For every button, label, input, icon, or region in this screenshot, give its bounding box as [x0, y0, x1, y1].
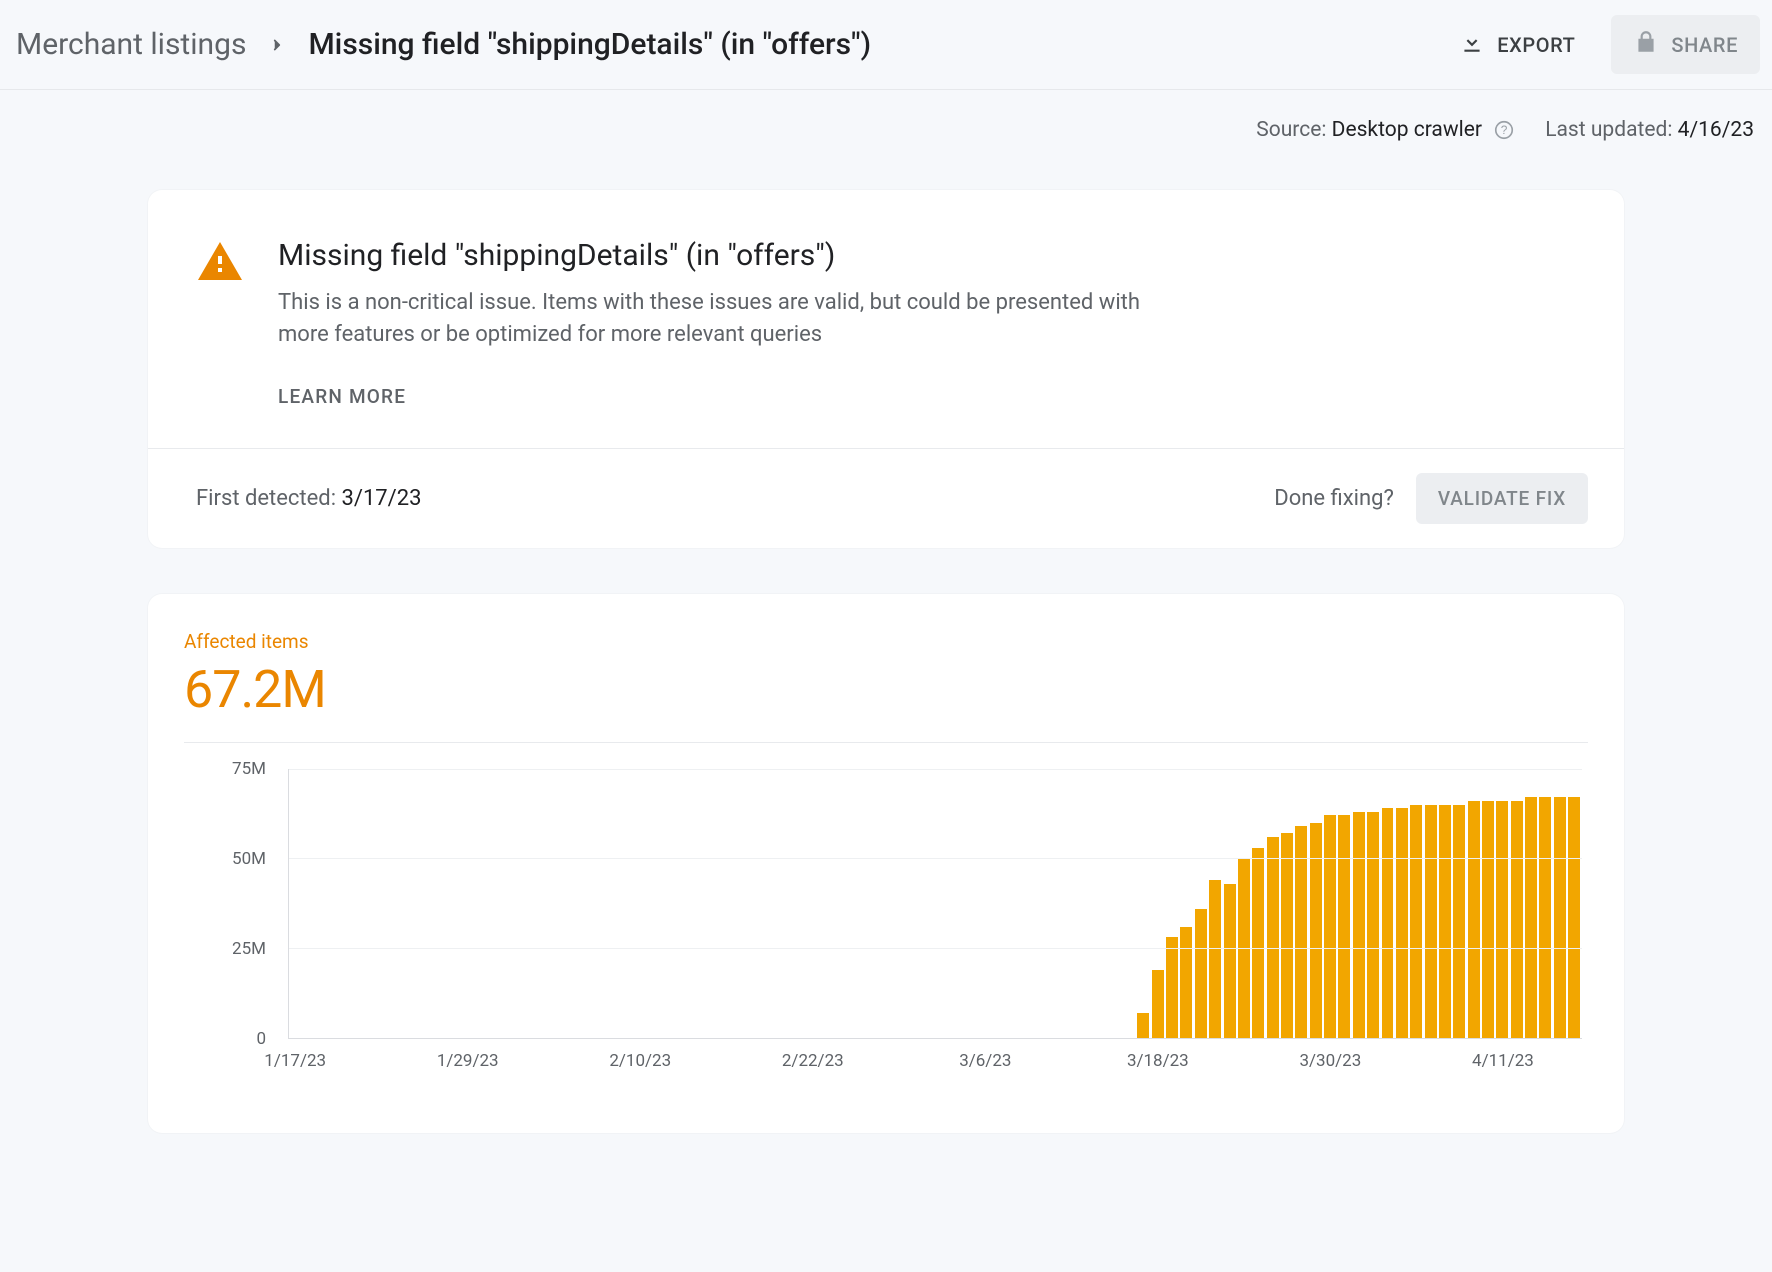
chart-bar	[1137, 1013, 1149, 1038]
chart-bar	[1252, 848, 1264, 1038]
chart-bar	[1180, 927, 1192, 1038]
chart-bar	[1367, 812, 1379, 1038]
grid-line	[289, 948, 1582, 949]
learn-more-link[interactable]: LEARN MORE	[278, 385, 1178, 408]
x-tick: 3/18/23	[1127, 1051, 1189, 1071]
last-updated-value: 4/16/23	[1678, 118, 1754, 142]
help-icon[interactable]: ?	[1493, 119, 1515, 141]
lock-icon	[1633, 29, 1659, 60]
chart-bar	[1166, 937, 1178, 1037]
breadcrumb-root[interactable]: Merchant listings	[16, 27, 246, 62]
issue-card: Missing field "shippingDetails" (in "off…	[148, 190, 1624, 548]
issue-description: This is a non-critical issue. Items with…	[278, 287, 1178, 351]
chart-bars	[289, 769, 1582, 1038]
chart-title: Affected items	[184, 630, 1588, 653]
chart-bar	[1382, 808, 1394, 1038]
x-tick: 2/22/23	[782, 1051, 844, 1071]
chart-big-number: 67.2M	[184, 659, 1588, 720]
grid-line	[289, 769, 1582, 770]
chart-bar	[1310, 823, 1322, 1038]
chart-card: Affected items 67.2M 0 25M 50M 75M 1/17/23 1…	[148, 594, 1624, 1133]
done-fixing-label: Done fixing?	[1274, 486, 1394, 511]
download-icon	[1459, 29, 1485, 60]
chart-bar	[1209, 880, 1221, 1038]
chart-bar	[1195, 909, 1207, 1038]
issue-title: Missing field "shippingDetails" (in "off…	[278, 238, 1178, 273]
y-tick: 75M	[202, 759, 266, 779]
divider	[184, 742, 1588, 743]
issue-footer: First detected: 3/17/23 Done fixing? VAL…	[148, 449, 1624, 548]
x-tick: 2/10/23	[609, 1051, 671, 1071]
chart-bar	[1224, 884, 1236, 1038]
chart-bar	[1539, 797, 1551, 1037]
svg-text:?: ?	[1501, 124, 1508, 138]
x-tick: 1/29/23	[437, 1051, 499, 1071]
chart-bar	[1396, 808, 1408, 1038]
warning-icon	[196, 238, 244, 408]
export-label: EXPORT	[1497, 33, 1575, 57]
last-updated-label: Last updated:	[1545, 118, 1672, 142]
last-updated-field: Last updated: 4/16/23	[1545, 118, 1754, 142]
chart-bar	[1511, 801, 1523, 1038]
source-value: Desktop crawler	[1332, 118, 1482, 142]
chart-bar	[1468, 801, 1480, 1038]
first-detected-value: 3/17/23	[342, 486, 422, 511]
breadcrumb-current: Missing field "shippingDetails" (in "off…	[308, 27, 871, 62]
y-axis: 025M50M75M	[202, 769, 266, 1039]
chart-bar	[1353, 812, 1365, 1038]
chart-bar	[1482, 801, 1494, 1038]
x-tick: 3/6/23	[959, 1051, 1011, 1071]
chart-bar	[1439, 805, 1451, 1038]
first-detected-label: First detected:	[196, 486, 336, 511]
chart-bar	[1453, 805, 1465, 1038]
share-label: SHARE	[1671, 33, 1738, 57]
x-tick: 1/17/23	[264, 1051, 326, 1071]
source-label: Source:	[1256, 118, 1326, 142]
chart-bar	[1338, 815, 1350, 1037]
chart-bar	[1554, 797, 1566, 1037]
chart-area: 025M50M75M 1/17/231/29/232/10/232/22/233…	[202, 769, 1582, 1079]
x-axis: 1/17/231/29/232/10/232/22/233/6/233/18/2…	[288, 1039, 1582, 1079]
meta-row: Source: Desktop crawler ? Last updated: …	[0, 90, 1772, 142]
source-field: Source: Desktop crawler ?	[1256, 118, 1515, 142]
x-tick: 4/11/23	[1472, 1051, 1534, 1071]
chart-bar	[1267, 837, 1279, 1038]
y-tick: 0	[202, 1029, 266, 1049]
chevron-right-icon	[268, 36, 286, 54]
chart-bar	[1496, 801, 1508, 1038]
chart-bar	[1410, 805, 1422, 1038]
chart-bar	[1324, 815, 1336, 1037]
validate-fix-button: VALIDATE FIX	[1416, 473, 1588, 524]
chart-bar	[1525, 797, 1537, 1037]
first-detected: First detected: 3/17/23	[196, 486, 421, 511]
chart-bar	[1152, 970, 1164, 1038]
issue-header: Missing field "shippingDetails" (in "off…	[148, 190, 1624, 449]
export-button[interactable]: EXPORT	[1437, 15, 1597, 74]
chart-bar	[1568, 797, 1580, 1037]
share-button: SHARE	[1611, 15, 1760, 74]
chart-bar	[1425, 805, 1437, 1038]
breadcrumb-bar: Merchant listings Missing field "shippin…	[0, 0, 1772, 90]
chart-bar	[1281, 833, 1293, 1037]
y-tick: 25M	[202, 939, 266, 959]
x-tick: 3/30/23	[1299, 1051, 1361, 1071]
y-tick: 50M	[202, 849, 266, 869]
grid-line	[289, 858, 1582, 859]
chart-plot	[288, 769, 1582, 1039]
